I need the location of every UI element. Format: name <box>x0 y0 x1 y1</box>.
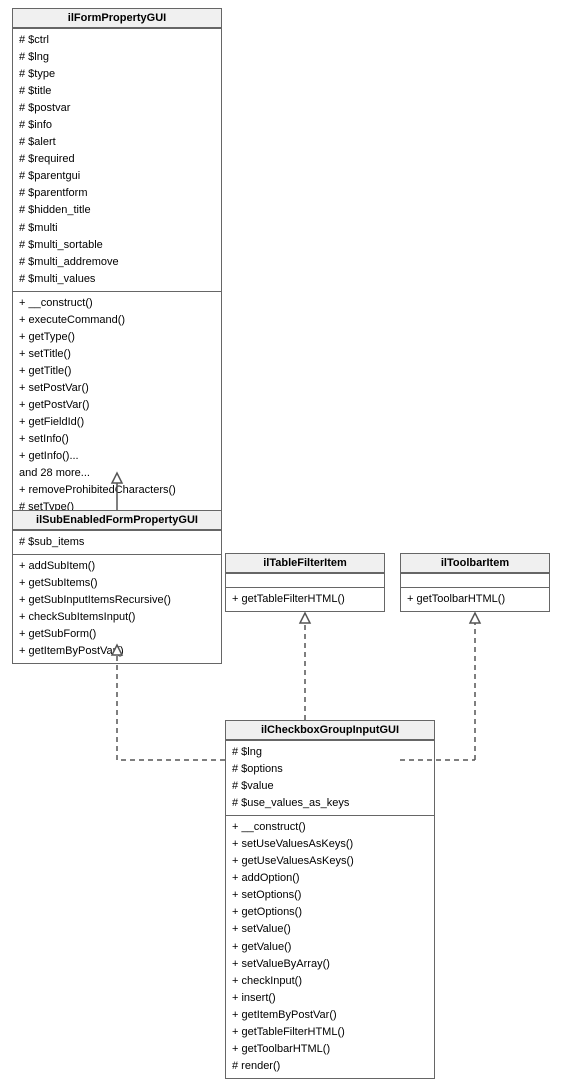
method-row: + __construct() <box>232 819 428 836</box>
class-ilToolbarItem: ilToolbarItem + getToolbarHTML() <box>400 553 550 612</box>
attr-row: # $multi_sortable <box>19 237 215 254</box>
class-methods-ilSubEnabledFormPropertyGUI: + addSubItem() + getSubItems() + getSubI… <box>13 554 221 663</box>
method-row: + getSubForm() <box>19 626 215 643</box>
method-row: + getPostVar() <box>19 397 215 414</box>
method-row: + getSubInputItemsRecursive() <box>19 592 215 609</box>
method-row: + setPostVar() <box>19 380 215 397</box>
method-row: + setTitle() <box>19 346 215 363</box>
class-attributes-ilFormPropertyGUI: # $ctrl # $lng # $type # $title # $postv… <box>13 28 221 291</box>
method-row: + getType() <box>19 329 215 346</box>
method-row: + getValue() <box>232 939 428 956</box>
method-row: + insert() <box>232 990 428 1007</box>
class-title-ilCheckboxGroupInputGUI: ilCheckboxGroupInputGUI <box>226 721 434 740</box>
method-row: + setValueByArray() <box>232 956 428 973</box>
method-row: + getUseValuesAsKeys() <box>232 853 428 870</box>
method-row: + getToolbarHTML() <box>407 591 543 608</box>
attr-row: # $options <box>232 761 428 778</box>
method-row: + addSubItem() <box>19 558 215 575</box>
attr-row: # $ctrl <box>19 32 215 49</box>
class-title-ilToolbarItem: ilToolbarItem <box>401 554 549 573</box>
attr-row: # $multi_addremove <box>19 254 215 271</box>
method-row: + getTitle() <box>19 363 215 380</box>
method-row: + setUseValuesAsKeys() <box>232 836 428 853</box>
arrowhead-impl-tablefilter <box>300 613 310 623</box>
method-row: + getItemByPostVar() <box>19 643 215 660</box>
method-row: and 28 more... <box>19 465 215 482</box>
method-row: + checkSubItemsInput() <box>19 609 215 626</box>
method-row: + getOptions() <box>232 904 428 921</box>
attr-row: # $postvar <box>19 100 215 117</box>
attr-row: # $title <box>19 83 215 100</box>
class-title-ilSubEnabledFormPropertyGUI: ilSubEnabledFormPropertyGUI <box>13 511 221 530</box>
method-row: + addOption() <box>232 870 428 887</box>
class-attributes-ilSubEnabledFormPropertyGUI: # $sub_items <box>13 530 221 554</box>
attr-row: # $info <box>19 117 215 134</box>
arrowhead-impl-toolbar <box>470 613 480 623</box>
method-row: + getToolbarHTML() <box>232 1041 428 1058</box>
attr-row: # $type <box>19 66 215 83</box>
attr-row: # $alert <box>19 134 215 151</box>
method-row: + setValue() <box>232 921 428 938</box>
attr-row: # $parentform <box>19 185 215 202</box>
attr-row: # $lng <box>19 49 215 66</box>
method-row: + __construct() <box>19 295 215 312</box>
method-row: + getItemByPostVar() <box>232 1007 428 1024</box>
class-attributes-ilToolbarItem <box>401 573 549 587</box>
method-row: + checkInput() <box>232 973 428 990</box>
class-ilCheckboxGroupInputGUI: ilCheckboxGroupInputGUI # $lng # $option… <box>225 720 435 1079</box>
method-row: + getSubItems() <box>19 575 215 592</box>
attr-row: # $hidden_title <box>19 202 215 219</box>
class-title-ilFormPropertyGUI: ilFormPropertyGUI <box>13 9 221 28</box>
method-row: + getFieldId() <box>19 414 215 431</box>
attr-row: # $multi <box>19 220 215 237</box>
attr-row: # $lng <box>232 744 428 761</box>
class-methods-ilFormPropertyGUI: + __construct() + executeCommand() + get… <box>13 291 221 537</box>
method-row: # render() <box>232 1058 428 1075</box>
attr-row: # $required <box>19 151 215 168</box>
class-ilTableFilterItem: ilTableFilterItem + getTableFilterHTML() <box>225 553 385 612</box>
attr-row: # $parentgui <box>19 168 215 185</box>
method-row: + getTableFilterHTML() <box>232 591 378 608</box>
class-methods-ilTableFilterItem: + getTableFilterHTML() <box>226 587 384 611</box>
class-methods-ilCheckboxGroupInputGUI: + __construct() + setUseValuesAsKeys() +… <box>226 815 434 1078</box>
class-ilFormPropertyGUI: ilFormPropertyGUI # $ctrl # $lng # $type… <box>12 8 222 537</box>
class-title-ilTableFilterItem: ilTableFilterItem <box>226 554 384 573</box>
method-row: + setOptions() <box>232 887 428 904</box>
class-methods-ilToolbarItem: + getToolbarHTML() <box>401 587 549 611</box>
attr-row: # $multi_values <box>19 271 215 288</box>
diagram-container: ilFormPropertyGUI # $ctrl # $lng # $type… <box>0 0 561 1057</box>
class-attributes-ilTableFilterItem <box>226 573 384 587</box>
method-row: + setInfo() <box>19 431 215 448</box>
class-ilSubEnabledFormPropertyGUI: ilSubEnabledFormPropertyGUI # $sub_items… <box>12 510 222 664</box>
attr-row: # $sub_items <box>19 534 215 551</box>
attr-row: # $use_values_as_keys <box>232 795 428 812</box>
method-row: + removeProhibitedCharacters() <box>19 482 215 499</box>
method-row: + getInfo()... <box>19 448 215 465</box>
method-row: + executeCommand() <box>19 312 215 329</box>
attr-row: # $value <box>232 778 428 795</box>
method-row: + getTableFilterHTML() <box>232 1024 428 1041</box>
class-attributes-ilCheckboxGroupInputGUI: # $lng # $options # $value # $use_values… <box>226 740 434 815</box>
